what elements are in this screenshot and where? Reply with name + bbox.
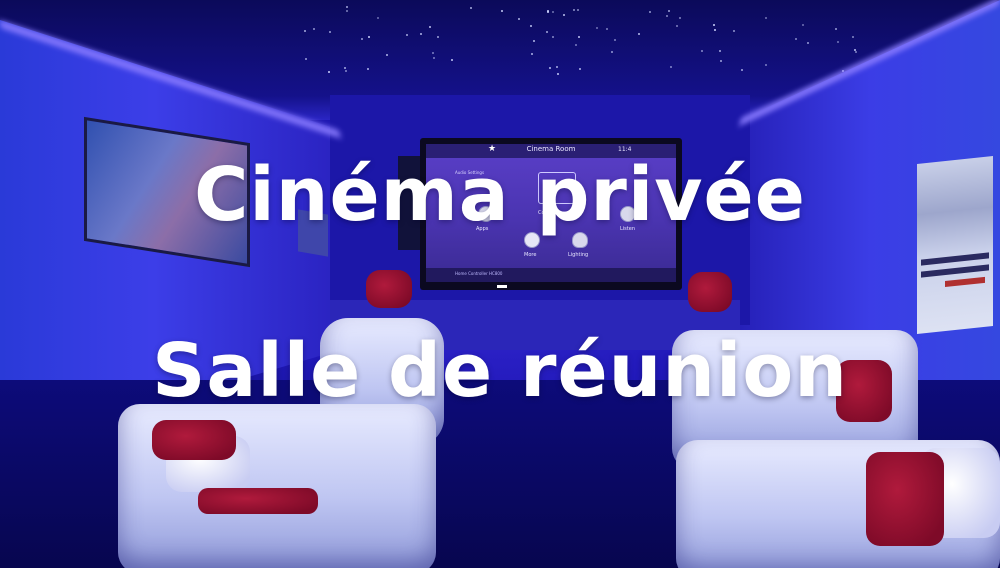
ceiling-star <box>304 30 306 32</box>
ceiling-star <box>575 44 577 46</box>
ceiling-star <box>329 31 331 33</box>
ceiling-star <box>377 17 379 19</box>
ceiling-star <box>765 64 767 66</box>
ceiling-star <box>573 9 575 11</box>
ceiling-star <box>741 69 743 71</box>
ceiling-star <box>733 30 735 32</box>
ceiling-star <box>802 24 804 26</box>
ceiling-star <box>795 38 797 40</box>
ceiling-star <box>518 18 520 20</box>
ceiling-star <box>328 71 330 73</box>
cushion-red-left-bottom <box>198 488 318 514</box>
ceiling-star <box>713 24 715 26</box>
back-cushion-left <box>366 270 412 308</box>
ceiling-star <box>552 11 554 13</box>
ceiling-star <box>361 38 363 40</box>
ceiling-star <box>556 66 558 68</box>
ceiling-star <box>433 57 435 59</box>
ceiling-star <box>501 10 503 12</box>
ceiling-star <box>549 67 551 69</box>
ceiling-star <box>606 28 608 30</box>
ceiling-star <box>420 33 422 35</box>
ceiling-star <box>530 25 532 27</box>
cushion-red-right <box>866 452 944 546</box>
ceiling-star <box>670 66 672 68</box>
screen-sensor <box>497 285 507 288</box>
ceiling-star <box>367 68 369 70</box>
ceiling-star <box>649 11 651 13</box>
ceiling-star <box>386 54 388 56</box>
ceiling-star <box>614 39 616 41</box>
ceiling-star <box>676 25 678 27</box>
ceiling-star <box>346 6 348 8</box>
ceiling-star <box>611 51 613 53</box>
ceiling-star <box>470 7 472 9</box>
ceiling-star <box>852 36 854 38</box>
ceiling-star <box>578 36 580 38</box>
ceiling-star <box>557 73 559 75</box>
overlay-title-cinema: Cinéma privée <box>194 152 806 238</box>
overlay-title-meeting-room: Salle de réunion <box>152 328 848 414</box>
ceiling-star <box>579 68 581 70</box>
ceiling-star <box>668 10 670 12</box>
cushion-red-left-top <box>152 420 236 460</box>
ceiling-star <box>345 70 347 72</box>
tile-lighting: Lighting <box>568 252 589 258</box>
tile-more: More <box>524 252 537 258</box>
ceiling-star <box>596 27 598 29</box>
screen-footer-text: Home Controller HC800 <box>455 271 503 276</box>
ceiling-star <box>720 60 722 62</box>
ceiling-star <box>765 17 767 19</box>
ceiling-star <box>719 50 721 52</box>
ceiling-star <box>429 26 431 28</box>
ceiling-star <box>437 36 439 38</box>
ceiling-star <box>531 53 533 55</box>
ceiling-star <box>855 51 857 53</box>
ceiling-star <box>344 67 346 69</box>
ceiling-star <box>552 36 554 38</box>
ceiling-star <box>313 28 315 30</box>
ceiling-star <box>638 33 640 35</box>
ceiling-star <box>666 15 668 17</box>
ceiling-star <box>563 14 565 16</box>
ceiling-star <box>701 50 703 52</box>
ceiling-star <box>837 41 839 43</box>
ceiling-star <box>835 28 837 30</box>
ceiling-star <box>533 40 535 42</box>
ceiling-star <box>577 9 579 11</box>
ceiling-star <box>368 36 370 38</box>
ceiling-star <box>807 42 809 44</box>
ceiling-star <box>305 58 307 60</box>
back-cushion-right <box>688 272 732 312</box>
ceiling-star <box>679 17 681 19</box>
ceiling-star <box>432 52 434 54</box>
ceiling-star <box>546 31 548 33</box>
home-cinema-photo: ★ Cinema Room 11:4 Audio Settings Apps C… <box>0 0 1000 568</box>
ceiling-star <box>451 59 453 61</box>
ceiling-star <box>714 29 716 31</box>
ceiling-star <box>547 10 549 12</box>
ceiling-star <box>346 10 348 12</box>
ceiling-star <box>406 34 408 36</box>
